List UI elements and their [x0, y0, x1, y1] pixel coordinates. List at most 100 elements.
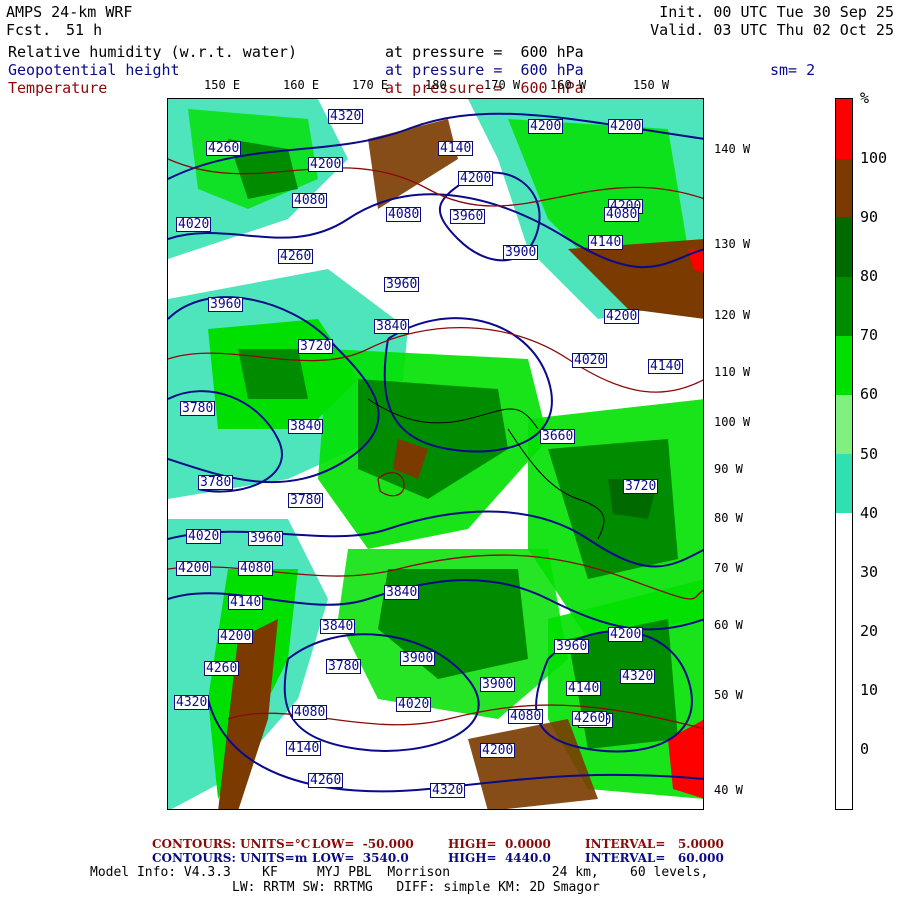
height-label: 4080 — [292, 193, 328, 208]
model-info-line-1: Model Info: V4.3.3 KF MYJ PBL Morrison 2… — [90, 865, 709, 880]
height-label: 4140 — [648, 359, 684, 374]
colorbar-label: 30 — [860, 563, 879, 581]
height-label: 4080 — [604, 207, 640, 222]
lon-label-160e: 160 E — [283, 78, 320, 92]
height-label: 3960 — [554, 639, 590, 654]
lat-label: 70 W — [714, 561, 743, 575]
height-contour-low: LOW= 3540.0 — [312, 851, 409, 865]
height-label: 4320 — [328, 109, 364, 124]
field-temp-name: Temperature — [8, 79, 108, 97]
height-label: 4200 — [608, 119, 644, 134]
map-panel: 4320 4200 4260 4200 4140 4200 4200 4080 … — [167, 98, 704, 810]
valid-time: Valid. 03 UTC Thu 02 Oct 25 — [650, 21, 894, 39]
height-label: 4020 — [572, 353, 608, 368]
temp-contour-units: UNITS=°C — [240, 837, 311, 851]
height-label: 4320 — [430, 783, 466, 798]
height-label: 3720 — [623, 479, 659, 494]
lon-label-150e: 150 E — [204, 78, 241, 92]
height-label: 4200 — [528, 119, 564, 134]
colorbar-label: 100 — [860, 149, 888, 167]
colorbar-label: 50 — [860, 445, 879, 463]
lon-label-180: 180 — [425, 78, 447, 92]
height-contour-label: CONTOURS: — [152, 851, 236, 865]
lon-label-150w: 150 W — [633, 78, 670, 92]
height-label: 4140 — [286, 741, 322, 756]
temp-contour-interval: INTERVAL= 5.0000 — [585, 837, 724, 851]
height-label: 3720 — [298, 339, 334, 354]
lon-label-170w: 170 W — [484, 78, 521, 92]
height-label: 4140 — [228, 595, 264, 610]
height-contour-units: UNITS=m — [240, 851, 308, 865]
colorbar-segment — [836, 513, 852, 573]
colorbar-segment — [836, 99, 852, 159]
lat-label: 130 W — [714, 237, 751, 251]
forecast-hours: 51 h — [66, 21, 103, 39]
lat-label: 110 W — [714, 365, 751, 379]
temp-contour-high: HIGH= 0.0000 — [448, 837, 551, 851]
height-label: 3900 — [503, 245, 539, 260]
height-label: 4320 — [620, 669, 656, 684]
lat-label: 100 W — [714, 415, 751, 429]
height-label: 4020 — [396, 697, 432, 712]
temp-contour-low: LOW= -50.000 — [312, 837, 414, 851]
field-height-name: Geopotential height — [8, 61, 180, 79]
lat-label: 80 W — [714, 511, 743, 525]
height-label: 4260 — [206, 141, 242, 156]
lon-label-160w: 160 W — [550, 78, 587, 92]
height-label: 3960 — [248, 531, 284, 546]
model-title: AMPS 24-km WRF — [6, 3, 133, 21]
height-label: 4140 — [438, 141, 474, 156]
height-label: 4200 — [218, 629, 254, 644]
colorbar-segment — [836, 217, 852, 277]
colorbar-label: 90 — [860, 208, 879, 226]
forecast-label: Fcst. — [6, 21, 52, 39]
field-rh-level: at pressure = 600 hPa — [385, 43, 584, 61]
field-height-level: at pressure = 600 hPa — [385, 61, 584, 79]
height-label: 4080 — [508, 709, 544, 724]
height-label: 3780 — [326, 659, 362, 674]
height-contour-interval: INTERVAL= 60.000 — [585, 851, 724, 865]
height-label: 4200 — [480, 743, 516, 758]
height-label: 4260 — [204, 661, 240, 676]
colorbar-label: 40 — [860, 504, 879, 522]
lat-label: 140 W — [714, 142, 751, 156]
init-time: Init. 00 UTC Tue 30 Sep 25 — [659, 3, 894, 21]
height-label: 4140 — [566, 681, 602, 696]
height-label: 4080 — [238, 561, 274, 576]
height-label: 3840 — [288, 419, 324, 434]
colorbar-label: 0 — [860, 740, 870, 758]
height-label: 4200 — [604, 309, 640, 324]
colorbar-segment — [836, 277, 852, 336]
colorbar-label: 60 — [860, 385, 879, 403]
lat-label: 90 W — [714, 462, 743, 476]
height-label: 4020 — [176, 217, 212, 232]
height-label: 3900 — [480, 677, 516, 692]
height-label: 3960 — [450, 209, 486, 224]
height-label: 3840 — [374, 319, 410, 334]
lat-label: 60 W — [714, 618, 743, 632]
height-contour-high: HIGH= 4440.0 — [448, 851, 551, 865]
height-label: 3780 — [180, 401, 216, 416]
height-label: 4140 — [588, 235, 624, 250]
height-label: 4200 — [458, 171, 494, 186]
height-label: 4080 — [386, 207, 422, 222]
height-label: 3840 — [320, 619, 356, 634]
height-label: 4080 — [292, 705, 328, 720]
colorbar-label: 20 — [860, 622, 879, 640]
height-label: 4320 — [174, 695, 210, 710]
height-label: 3660 — [540, 429, 576, 444]
lon-label-170e: 170 E — [352, 78, 389, 92]
height-label: 4200 — [608, 627, 644, 642]
temp-contour-label: CONTOURS: — [152, 837, 236, 851]
field-rh-name: Relative humidity (w.r.t. water) — [8, 43, 297, 61]
lat-label: 40 W — [714, 783, 743, 797]
colorbar-label: 10 — [860, 681, 879, 699]
height-label: 4020 — [186, 529, 222, 544]
height-label: 4200 — [176, 561, 212, 576]
height-label: 3780 — [288, 493, 324, 508]
height-label: 4200 — [308, 157, 344, 172]
height-label: 3840 — [384, 585, 420, 600]
height-label: 3960 — [384, 277, 420, 292]
colorbar — [835, 98, 853, 810]
colorbar-segment — [836, 159, 852, 217]
